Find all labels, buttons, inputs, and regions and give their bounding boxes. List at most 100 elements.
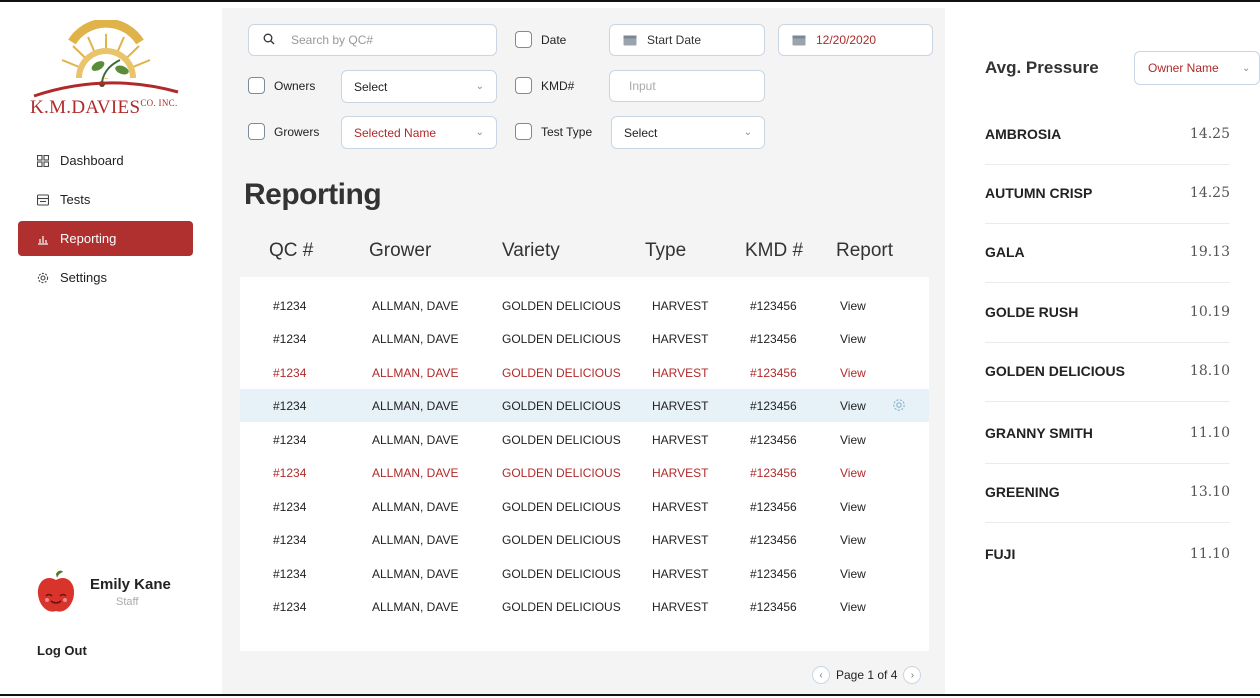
start-date-field[interactable]: Start Date bbox=[609, 24, 765, 56]
sidebar-item-dashboard[interactable]: Dashboard bbox=[18, 143, 193, 178]
view-report-link[interactable]: View bbox=[840, 366, 866, 380]
table-row[interactable]: #1234 ALLMAN, DAVE GOLDEN DELICIOUS HARVEST… bbox=[240, 490, 929, 523]
test-type-select[interactable]: Select ⌄ bbox=[611, 116, 765, 149]
column-header-grower[interactable]: Grower bbox=[369, 240, 431, 262]
kmd-cell: #123456 bbox=[750, 432, 797, 447]
qc-cell: #1234 bbox=[273, 298, 307, 313]
main-panel: Search by QC# Date Start Date 12/20/2020… bbox=[222, 8, 945, 694]
company-suffix: CO. INC. bbox=[140, 98, 178, 108]
table-row[interactable]: #1234 ALLMAN, DAVE GOLDEN DELICIOUS HARVEST… bbox=[240, 356, 929, 389]
logout-link[interactable]: Log Out bbox=[37, 643, 87, 658]
kmd-checkbox[interactable] bbox=[515, 77, 532, 94]
variety-cell: GOLDEN DELICIOUS bbox=[502, 365, 621, 380]
table-row[interactable]: #1234 ALLMAN, DAVE GOLDEN DELICIOUS HARVEST… bbox=[240, 423, 929, 456]
end-date-value: 12/20/2020 bbox=[816, 33, 877, 47]
grower-cell: ALLMAN, DAVE bbox=[372, 532, 459, 547]
table-row[interactable]: #1234 ALLMAN, DAVE GOLDEN DELICIOUS HARVEST… bbox=[240, 590, 929, 623]
view-report-link[interactable]: View bbox=[840, 399, 866, 413]
user-profile[interactable]: Emily Kane Staff bbox=[36, 570, 171, 614]
pressure-item: GOLDEN DELICIOUS 18.10 bbox=[985, 363, 1230, 403]
grower-cell: ALLMAN, DAVE bbox=[372, 465, 459, 480]
table-row[interactable]: #1234 ALLMAN, DAVE GOLDEN DELICIOUS HARVEST… bbox=[240, 289, 929, 322]
pressure-item: GREENING 13.10 bbox=[985, 484, 1230, 524]
column-header-variety[interactable]: Variety bbox=[502, 240, 560, 262]
kmd-cell: #123456 bbox=[750, 398, 797, 413]
calendar-icon bbox=[792, 35, 806, 46]
growers-checkbox[interactable] bbox=[248, 123, 265, 140]
kmd-input[interactable]: Input bbox=[609, 70, 765, 102]
search-input[interactable]: Search by QC# bbox=[248, 24, 497, 56]
prev-page-button[interactable]: ‹ bbox=[812, 666, 830, 684]
qc-cell: #1234 bbox=[273, 398, 307, 413]
bar-chart-icon bbox=[36, 232, 50, 246]
list-icon bbox=[36, 193, 50, 207]
pressure-variety: GALA bbox=[985, 244, 1025, 260]
column-header-kmd[interactable]: KMD # bbox=[745, 240, 803, 262]
pressure-value: 14.25 bbox=[1189, 126, 1230, 142]
view-report-link[interactable]: View bbox=[840, 533, 866, 547]
variety-cell: GOLDEN DELICIOUS bbox=[502, 465, 621, 480]
owners-checkbox[interactable] bbox=[248, 77, 265, 94]
type-cell: HARVEST bbox=[652, 566, 709, 581]
table-row[interactable]: #1234 ALLMAN, DAVE GOLDEN DELICIOUS HARVEST… bbox=[240, 456, 929, 489]
growers-filter: Growers bbox=[248, 123, 319, 140]
page-title: Reporting bbox=[244, 178, 382, 211]
pressure-value: 18.10 bbox=[1189, 363, 1230, 379]
pressure-item: AMBROSIA 14.25 bbox=[985, 126, 1230, 166]
view-report-link[interactable]: View bbox=[840, 299, 866, 313]
view-report-link[interactable]: View bbox=[840, 600, 866, 614]
qc-cell: #1234 bbox=[273, 599, 307, 614]
grower-cell: ALLMAN, DAVE bbox=[372, 298, 459, 313]
pressure-divider bbox=[985, 223, 1230, 224]
owners-select[interactable]: Select ⌄ bbox=[341, 70, 497, 103]
table-row[interactable]: #1234 ALLMAN, DAVE GOLDEN DELICIOUS HARVEST… bbox=[240, 557, 929, 590]
avatar bbox=[37, 570, 75, 612]
table-row[interactable]: #1234 ALLMAN, DAVE GOLDEN DELICIOUS HARVEST… bbox=[240, 322, 929, 355]
pressure-divider bbox=[985, 282, 1230, 283]
qc-cell: #1234 bbox=[273, 331, 307, 346]
pressure-item: GOLDE RUSH 10.19 bbox=[985, 304, 1230, 344]
chevron-down-icon: ⌄ bbox=[475, 81, 484, 92]
sidebar-item-settings[interactable]: Settings bbox=[18, 260, 193, 295]
owners-select-value: Select bbox=[354, 79, 388, 94]
end-date-field[interactable]: 12/20/2020 bbox=[778, 24, 933, 56]
date-checkbox[interactable] bbox=[515, 31, 532, 48]
pressure-divider bbox=[985, 342, 1230, 343]
type-cell: HARVEST bbox=[652, 532, 709, 547]
growers-select[interactable]: Selected Name ⌄ bbox=[341, 116, 497, 149]
row-settings-icon[interactable] bbox=[892, 398, 906, 412]
type-cell: HARVEST bbox=[652, 499, 709, 514]
company-name: K.M.DAVIESCO. INC. bbox=[30, 97, 178, 118]
owner-name-select[interactable]: Owner Name ⌄ bbox=[1134, 51, 1260, 85]
next-page-button[interactable]: › bbox=[903, 666, 922, 684]
grower-cell: ALLMAN, DAVE bbox=[372, 566, 459, 581]
grower-cell: ALLMAN, DAVE bbox=[372, 432, 459, 447]
pressure-item: AUTUMN CRISP 14.25 bbox=[985, 185, 1230, 225]
variety-cell: GOLDEN DELICIOUS bbox=[502, 566, 621, 581]
pressure-divider bbox=[985, 522, 1230, 523]
kmd-cell: #123456 bbox=[750, 566, 797, 581]
qc-cell: #1234 bbox=[273, 432, 307, 447]
grid-icon bbox=[36, 154, 50, 168]
qc-cell: #1234 bbox=[273, 566, 307, 581]
table-row[interactable]: #1234 ALLMAN, DAVE GOLDEN DELICIOUS HARVEST… bbox=[240, 523, 929, 556]
sidebar-item-tests[interactable]: Tests bbox=[18, 182, 193, 217]
view-report-link[interactable]: View bbox=[840, 332, 866, 346]
pagination: ‹ Page 1 of 4 › bbox=[812, 666, 922, 684]
grower-cell: ALLMAN, DAVE bbox=[372, 331, 459, 346]
pressure-title: Avg. Pressure bbox=[985, 58, 1099, 77]
column-header-type[interactable]: Type bbox=[645, 240, 686, 262]
view-report-link[interactable]: View bbox=[840, 466, 866, 480]
kmd-input-placeholder: Input bbox=[629, 79, 656, 93]
sidebar-item-reporting[interactable]: Reporting bbox=[18, 221, 193, 256]
type-cell: HARVEST bbox=[652, 465, 709, 480]
view-report-link[interactable]: View bbox=[840, 433, 866, 447]
chevron-down-icon: ⌄ bbox=[1242, 62, 1251, 74]
view-report-link[interactable]: View bbox=[840, 567, 866, 581]
view-report-link[interactable]: View bbox=[840, 500, 866, 514]
column-header-qc[interactable]: QC # bbox=[269, 240, 313, 262]
table-row[interactable]: #1234 ALLMAN, DAVE GOLDEN DELICIOUS HARVEST… bbox=[240, 389, 929, 422]
test-type-checkbox[interactable] bbox=[515, 123, 532, 140]
user-name: Emily Kane bbox=[90, 576, 171, 593]
sidebar-item-label: Dashboard bbox=[60, 153, 124, 168]
